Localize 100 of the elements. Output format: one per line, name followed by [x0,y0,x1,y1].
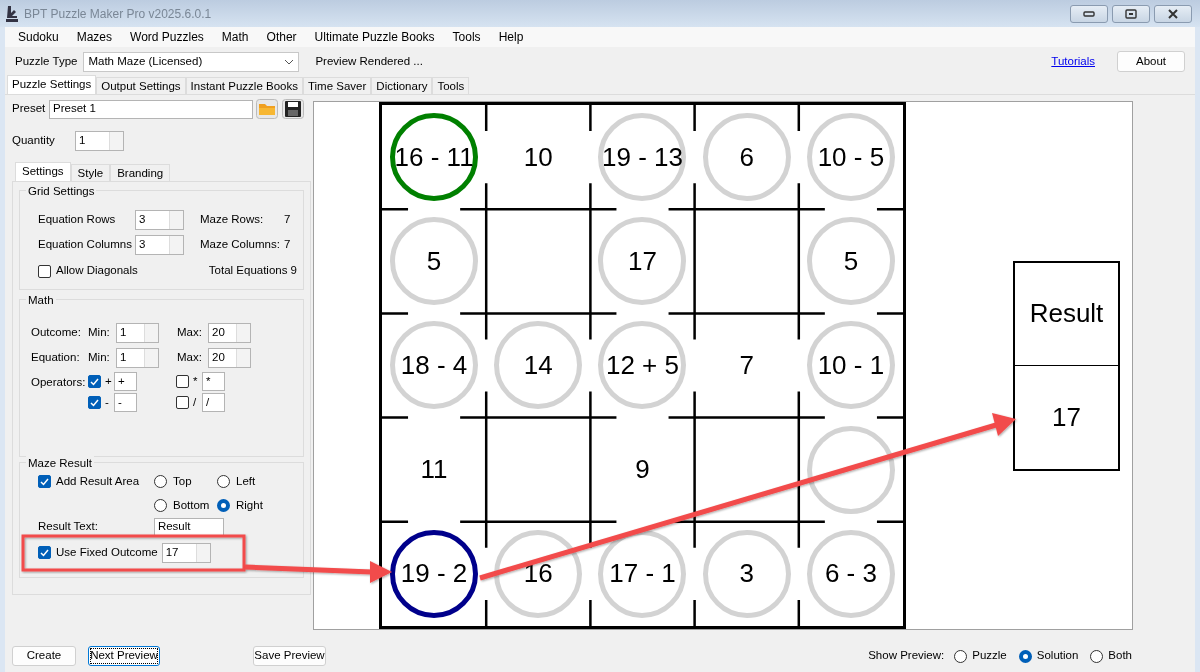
field-label: Max: [177,349,203,365]
minimize-button[interactable] [1070,4,1108,23]
radio-button[interactable] [154,499,167,513]
radio-label: Both [1108,648,1132,664]
close-button[interactable] [1154,4,1192,23]
cell-value: 5 [843,244,859,278]
number-spinner[interactable]: 1 [116,322,159,343]
number-spinner[interactable]: 1 [116,347,159,368]
operator-symbol: / [193,394,198,410]
checkbox[interactable] [38,264,51,278]
tab[interactable]: Output Settings [96,77,186,94]
operator-field[interactable]: * [202,372,225,391]
cell-value: 9 [635,453,650,487]
cell-value: 5 [426,244,442,278]
field-label: Equation Rows [38,211,117,227]
cell-value: 19 - 13 [602,140,683,174]
field-label: Min: [88,324,111,340]
menu-item[interactable]: Math [212,28,258,46]
checkbox-label: Allow Diagonals [56,263,139,279]
radio-label: Bottom [173,498,210,514]
radio-label: Top [173,474,192,489]
radio-label: Left [236,474,256,489]
menu-item[interactable]: Tools [443,28,490,46]
cell-value: 3 [739,557,754,591]
radio-button[interactable] [217,499,230,513]
tab[interactable]: Branding [110,164,171,181]
action-button[interactable]: Save Preview [253,646,326,666]
field-value: 7 [284,236,291,252]
cell-value: 17 [628,244,657,278]
field-label: Outcome: [31,324,82,340]
menu-item[interactable]: Sudoku [9,28,68,46]
menu-item[interactable]: Word Puzzles [121,28,213,46]
tab[interactable]: Puzzle Settings [7,75,97,94]
number-spinner[interactable]: 20 [208,347,251,368]
radio-label: Solution [1036,648,1079,664]
status-text: Preview Rendered ... [315,53,423,69]
action-button[interactable]: Create [12,646,76,666]
field-value: 7 [284,211,291,227]
field-label: Result Text: [38,518,98,534]
tab[interactable]: Dictionary [371,77,433,94]
app-icon [4,4,20,23]
number-spinner[interactable]: 3 [135,209,184,230]
action-button[interactable]: Next Preview [88,646,160,666]
cell-value: 14 [523,349,553,382]
radio-button[interactable] [154,475,167,489]
menu-item[interactable]: Other [257,28,306,46]
number-spinner[interactable]: 3 [135,234,184,255]
checkbox[interactable] [88,375,101,388]
tab[interactable]: Settings [15,162,71,181]
tutorials-link[interactable]: Tutorials [1051,52,1095,71]
number-spinner[interactable]: 20 [208,322,251,343]
save-icon[interactable] [282,99,304,119]
tab[interactable]: Instant Puzzle Books [185,77,303,94]
about-button[interactable]: About [1117,51,1185,72]
result-text-field[interactable]: Result [153,517,224,536]
field-label: Min: [88,349,111,365]
maximize-button[interactable] [1112,4,1150,23]
cell-value: 11 [420,453,448,487]
field-label: Total Equations [208,263,289,279]
cell-value: 10 - 5 [817,140,885,174]
field-label: Maze Columns: [200,236,281,252]
tab[interactable]: Time Saver [302,77,372,94]
field-label: Operators: [31,375,87,390]
menu-item[interactable]: Ultimate Puzzle Books [305,28,444,46]
tab[interactable]: Tools [432,77,470,94]
cell-value: 18 - 4 [400,349,468,382]
menu-item[interactable]: Help [489,28,533,46]
radio-button[interactable] [217,475,230,489]
cell-value: 7 [739,349,754,382]
radio-button[interactable] [954,649,968,663]
cell-value: 6 [739,140,754,174]
result-box: Result 17 [1013,260,1120,471]
field-label: Maze Rows: [200,211,265,227]
operator-field[interactable]: - [114,393,137,412]
quantity-label: Quantity [12,133,56,149]
cell-value: 12 + 5 [605,349,679,382]
chevron-down-icon [284,58,295,65]
menu-item[interactable]: Mazes [67,28,122,46]
radio-button[interactable] [1090,649,1104,663]
fixed-outcome-spinner[interactable]: 17 [161,542,211,563]
cell-value: 10 - 1 [817,349,885,382]
radio-label: Right [236,498,263,514]
checkbox[interactable] [176,375,189,388]
checkbox[interactable] [38,546,51,559]
puzzle-type-dropdown[interactable]: Math Maze (Licensed) [83,51,300,72]
checkbox[interactable] [88,396,101,409]
operator-field[interactable]: / [202,393,225,412]
show-preview-label: Show Preview: [868,648,945,664]
checkbox-label: Use Fixed Outcome [56,544,158,560]
tab[interactable]: Style [70,164,111,181]
checkbox[interactable] [176,396,189,409]
field-value: 9 [290,263,297,279]
preset-field[interactable]: Preset 1 [49,99,253,119]
field-label: Max: [177,324,203,340]
operator-symbol: - [105,394,110,410]
preset-label: Preset [12,101,47,117]
radio-button[interactable] [1018,649,1032,663]
checkbox[interactable] [38,475,51,489]
operator-field[interactable]: + [114,372,137,391]
quantity-spinner[interactable]: 1 [75,131,124,151]
